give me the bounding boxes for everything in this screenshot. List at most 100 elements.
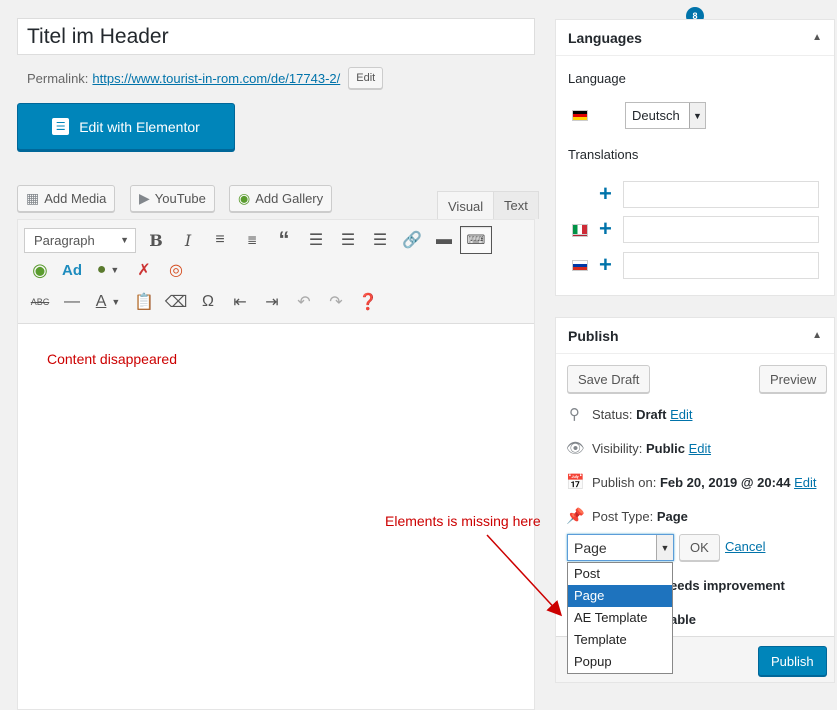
- chevron-down-icon: ▼: [120, 235, 129, 245]
- outdent-icon[interactable]: ⇤: [224, 288, 256, 316]
- eye-icon: 👁: [566, 440, 586, 457]
- flag-italy-icon: [572, 224, 588, 235]
- blockquote-icon[interactable]: “: [268, 226, 300, 254]
- post-type-option[interactable]: Template: [568, 629, 672, 651]
- cancel-link[interactable]: Cancel: [725, 539, 765, 554]
- bold-icon[interactable]: B: [140, 226, 172, 254]
- youtube-button[interactable]: ▶ YouTube: [130, 185, 215, 212]
- add-gallery-label: Add Gallery: [255, 191, 324, 206]
- add-media-button[interactable]: ▦ Add Media: [17, 185, 116, 212]
- language-select[interactable]: Deutsch ▼: [625, 102, 706, 129]
- indent-icon[interactable]: ⇥: [256, 288, 288, 316]
- paste-text-icon[interactable]: 📋: [128, 288, 160, 316]
- readability-status-text: able: [670, 612, 697, 627]
- ad-icon[interactable]: Ad: [56, 256, 88, 284]
- status-label: Status:: [592, 406, 633, 422]
- publish-date-edit-link[interactable]: Edit: [794, 475, 816, 490]
- target-icon[interactable]: ◎: [160, 256, 192, 284]
- add-translation-ru-icon[interactable]: +: [599, 254, 612, 276]
- pushpin-icon: 📌: [566, 508, 585, 525]
- help-icon[interactable]: ❓: [352, 288, 384, 316]
- languages-header[interactable]: Languages ▲: [556, 20, 834, 56]
- permalink-link[interactable]: https://www.tourist-in-rom.com/de/17743-…: [92, 71, 340, 86]
- permalink-label: Permalink:: [27, 70, 89, 86]
- italic-icon[interactable]: I: [172, 226, 204, 254]
- translation-en-input[interactable]: [623, 181, 819, 208]
- visibility-value: Public: [645, 440, 685, 456]
- post-type-dropdown: Post Page AE Template Template Popup: [567, 562, 673, 674]
- tab-visual[interactable]: Visual: [437, 191, 495, 220]
- languages-title: Languages: [568, 29, 642, 46]
- flag-russia-icon: [572, 260, 588, 271]
- bullet-list-icon[interactable]: ≡: [204, 226, 236, 254]
- publish-date-row: 📅 Publish on: Feb 20, 2019 @ 20:44 Edit: [566, 473, 816, 491]
- post-type-label: Post Type:: [592, 508, 654, 524]
- post-type-value: Page: [656, 508, 688, 524]
- preview-button[interactable]: Preview: [759, 365, 828, 393]
- add-translation-it-icon[interactable]: +: [599, 218, 612, 240]
- visibility-edit-link[interactable]: Edit: [689, 441, 711, 456]
- read-more-icon[interactable]: ▬: [428, 226, 460, 254]
- gallery-plugin-icon[interactable]: ◉: [24, 256, 56, 284]
- youtube-label: YouTube: [154, 191, 206, 206]
- visibility-label: Visibility:: [592, 440, 643, 456]
- special-character-icon[interactable]: Ω: [192, 288, 224, 316]
- content-editor: Paragraph ▼ B I ≡ ≣ “ ☰ ☰ ☰ 🔗 ▬ ⌨ ◉ Ad ●…: [17, 219, 535, 710]
- undo-icon[interactable]: ↶: [288, 288, 320, 316]
- numbered-list-icon[interactable]: ≣: [236, 226, 268, 254]
- post-type-option[interactable]: Page: [568, 585, 672, 607]
- post-type-option[interactable]: Post: [568, 563, 672, 585]
- link-icon[interactable]: 🔗: [396, 226, 428, 254]
- align-left-icon[interactable]: ☰: [300, 226, 332, 254]
- elementor-icon: ☰: [52, 118, 70, 135]
- content-disappeared-note: Content disappeared: [47, 351, 177, 367]
- chevron-down-icon: ▼: [656, 535, 673, 560]
- language-label: Language: [568, 71, 626, 86]
- redo-icon[interactable]: ↷: [320, 288, 352, 316]
- publish-on-label: Publish on:: [592, 474, 657, 490]
- clear-formatting-icon[interactable]: ⌫: [160, 288, 192, 316]
- status-value: Draft: [636, 406, 667, 422]
- status-edit-link[interactable]: Edit: [670, 407, 692, 422]
- visibility-row: 👁 Visibility: Public Edit: [566, 439, 711, 457]
- publish-on-value: Feb 20, 2019 @ 20:44: [659, 474, 791, 490]
- edit-with-elementor-button[interactable]: ☰ Edit with Elementor: [17, 103, 235, 150]
- languages-box: Languages ▲ Language Deutsch ▼ Translati…: [555, 19, 835, 296]
- permalink-bar: Permalink: https://www.tourist-in-rom.co…: [27, 67, 384, 89]
- tab-text[interactable]: Text: [493, 191, 539, 219]
- post-type-option[interactable]: AE Template: [568, 607, 672, 629]
- translations-label: Translations: [568, 147, 639, 162]
- plugin-dropdown-icon[interactable]: ● ▼: [88, 256, 128, 284]
- unlink-icon[interactable]: ✗: [128, 256, 160, 284]
- status-row: ⚲ Status: Draft Edit: [566, 405, 692, 423]
- align-center-icon[interactable]: ☰: [332, 226, 364, 254]
- toolbar-toggle-icon[interactable]: ⌨: [460, 226, 492, 254]
- title-input[interactable]: [17, 18, 535, 55]
- ok-button[interactable]: OK: [679, 534, 720, 561]
- pin-icon: ⚲: [569, 406, 580, 423]
- save-draft-button[interactable]: Save Draft: [567, 365, 651, 393]
- text-color-icon[interactable]: A ▼: [88, 288, 128, 316]
- editor-toolbar: Paragraph ▼ B I ≡ ≣ “ ☰ ☰ ☰ 🔗 ▬ ⌨ ◉ Ad ●…: [18, 220, 534, 324]
- post-type-option[interactable]: Popup: [568, 651, 672, 673]
- publish-header[interactable]: Publish ▲: [556, 318, 834, 354]
- horizontal-line-icon[interactable]: —: [56, 288, 88, 316]
- translation-it-input[interactable]: [623, 216, 819, 243]
- post-type-select[interactable]: Page ▼: [567, 534, 674, 561]
- format-select-value: Paragraph: [34, 232, 95, 248]
- permalink-edit-button[interactable]: Edit: [348, 67, 384, 89]
- youtube-icon: ▶: [139, 190, 150, 206]
- chevron-down-icon: ▼: [689, 103, 705, 128]
- add-gallery-button[interactable]: ◉ Add Gallery: [229, 185, 333, 212]
- flag-germany-icon: [572, 110, 588, 121]
- format-select[interactable]: Paragraph ▼: [24, 227, 136, 253]
- strikethrough-icon[interactable]: ABC: [24, 288, 56, 316]
- align-right-icon[interactable]: ☰: [364, 226, 396, 254]
- translation-ru-input[interactable]: [623, 252, 819, 279]
- gallery-icon: ◉: [238, 190, 251, 206]
- add-translation-en-icon[interactable]: +: [599, 183, 612, 205]
- language-select-value: Deutsch: [632, 108, 680, 123]
- collapse-arrow-icon[interactable]: ▲: [812, 330, 822, 341]
- collapse-arrow-icon[interactable]: ▲: [812, 32, 822, 43]
- publish-button[interactable]: Publish: [758, 646, 827, 676]
